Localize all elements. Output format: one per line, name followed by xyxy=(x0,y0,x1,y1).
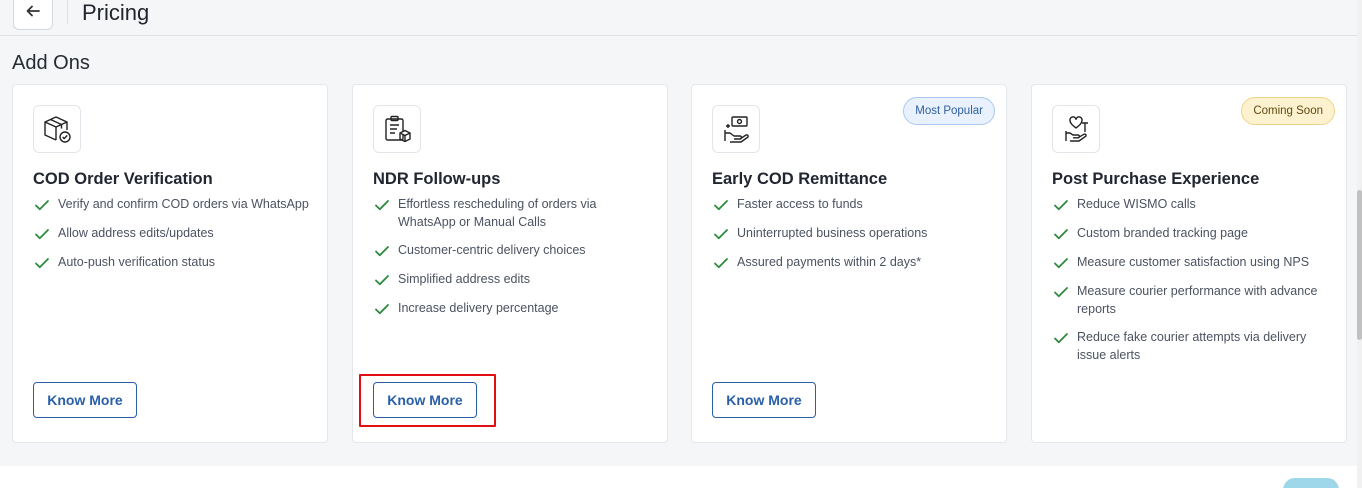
check-icon xyxy=(1054,287,1068,298)
list-item: Auto-push verification status xyxy=(33,253,313,272)
feature-text: Simplified address edits xyxy=(398,272,531,286)
list-item: Uninterrupted business operations xyxy=(712,224,992,243)
card-title: Early COD Remittance xyxy=(712,170,888,188)
addon-card-ndr-follow-ups: NDR Follow-ups Effortless rescheduling o… xyxy=(352,84,668,443)
feature-list: Verify and confirm COD orders via WhatsA… xyxy=(33,195,313,282)
check-icon xyxy=(375,275,389,286)
check-icon xyxy=(35,200,49,211)
check-icon xyxy=(714,200,728,211)
feature-text: Effortless rescheduling of orders via Wh… xyxy=(398,197,597,229)
addon-card-cod-order-verification: COD Order Verification Verify and confir… xyxy=(12,84,328,443)
list-item: Increase delivery percentage xyxy=(373,299,653,318)
header-divider xyxy=(67,0,68,24)
top-bar: Pricing xyxy=(0,0,1358,36)
check-icon xyxy=(1054,200,1068,211)
chat-widget-button[interactable] xyxy=(1283,478,1339,488)
list-item: Customer-centric delivery choices xyxy=(373,241,653,260)
back-button[interactable] xyxy=(13,0,53,30)
list-item: Assured payments within 2 days* xyxy=(712,253,992,272)
feature-text: Reduce WISMO calls xyxy=(1077,197,1196,211)
addon-card-post-purchase-experience: Coming Soon Post Purchase Experience Red… xyxy=(1031,84,1347,443)
list-item: Measure courier performance with advance… xyxy=(1052,282,1332,318)
know-more-button[interactable]: Know More xyxy=(712,382,816,418)
check-icon xyxy=(1054,229,1068,240)
check-icon xyxy=(714,229,728,240)
check-icon xyxy=(35,258,49,269)
check-icon xyxy=(1054,258,1068,269)
feature-text: Uninterrupted business operations xyxy=(737,226,928,240)
list-item: Reduce fake courier attempts via deliver… xyxy=(1052,328,1332,364)
feature-text: Custom branded tracking page xyxy=(1077,226,1248,240)
check-icon xyxy=(375,200,389,211)
check-icon xyxy=(375,246,389,257)
feature-text: Verify and confirm COD orders via WhatsA… xyxy=(58,197,309,211)
list-item: Verify and confirm COD orders via WhatsA… xyxy=(33,195,313,214)
card-title: NDR Follow-ups xyxy=(373,170,501,188)
addon-card-early-cod-remittance: Most Popular Early COD Remittance Faster… xyxy=(691,84,1007,443)
feature-list: Reduce WISMO calls Custom branded tracki… xyxy=(1052,195,1332,374)
scrollbar-thumb[interactable] xyxy=(1357,190,1362,340)
heart-hand-icon xyxy=(1052,105,1100,153)
feature-text: Measure courier performance with advance… xyxy=(1077,284,1318,316)
feature-text: Reduce fake courier attempts via deliver… xyxy=(1077,330,1307,362)
list-item: Measure customer satisfaction using NPS xyxy=(1052,253,1332,272)
feature-list: Faster access to funds Uninterrupted bus… xyxy=(712,195,992,282)
section-title-add-ons: Add Ons xyxy=(12,52,90,74)
check-icon xyxy=(1054,333,1068,344)
list-item: Allow address edits/updates xyxy=(33,224,313,243)
badge-coming-soon: Coming Soon xyxy=(1241,97,1335,125)
list-item: Effortless rescheduling of orders via Wh… xyxy=(373,195,653,231)
arrow-left-icon xyxy=(25,4,41,21)
feature-text: Customer-centric delivery choices xyxy=(398,243,586,257)
page-title: Pricing xyxy=(82,0,150,25)
check-icon xyxy=(714,258,728,269)
list-item: Faster access to funds xyxy=(712,195,992,214)
feature-text: Faster access to funds xyxy=(737,197,863,211)
feature-text: Assured payments within 2 days* xyxy=(737,255,922,269)
clipboard-box-icon xyxy=(373,105,421,153)
know-more-button[interactable]: Know More xyxy=(33,382,137,418)
box-check-icon xyxy=(33,105,81,153)
card-title: COD Order Verification xyxy=(33,170,213,188)
card-title: Post Purchase Experience xyxy=(1052,170,1260,188)
list-item: Reduce WISMO calls xyxy=(1052,195,1332,214)
list-item: Simplified address edits xyxy=(373,270,653,289)
bottom-section xyxy=(0,466,1358,488)
feature-text: Measure customer satisfaction using NPS xyxy=(1077,255,1310,269)
feature-text: Auto-push verification status xyxy=(58,255,216,269)
know-more-button[interactable]: Know More xyxy=(373,382,477,418)
badge-most-popular: Most Popular xyxy=(903,97,995,125)
check-icon xyxy=(375,304,389,315)
check-icon xyxy=(35,229,49,240)
list-item: Custom branded tracking page xyxy=(1052,224,1332,243)
feature-text: Allow address edits/updates xyxy=(58,226,214,240)
feature-list: Effortless rescheduling of orders via Wh… xyxy=(373,195,653,328)
cash-hand-icon xyxy=(712,105,760,153)
feature-text: Increase delivery percentage xyxy=(398,301,559,315)
